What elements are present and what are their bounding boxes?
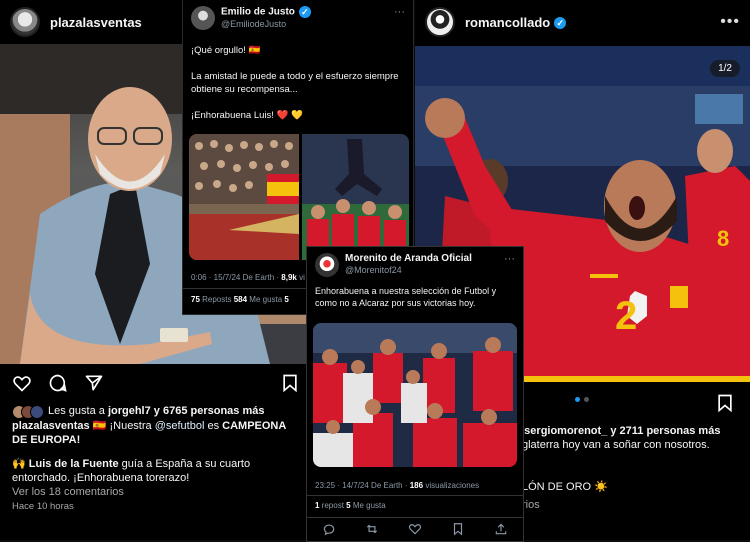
- raised-hands-emoji: 🙌: [12, 458, 29, 470]
- tweet-header: Morenito de Aranda Oficial @Morenitof24 …: [307, 247, 523, 277]
- caption-mention[interactable]: @sefutbol: [155, 420, 205, 432]
- tweet-morenito-de-aranda: Morenito de Aranda Oficial @Morenitof24 …: [306, 246, 524, 542]
- username[interactable]: romancollado ✓: [465, 15, 567, 30]
- verified-icon: ✓: [298, 6, 311, 18]
- tweet-media[interactable]: [189, 134, 409, 260]
- view-comments-link[interactable]: rios: [522, 498, 540, 512]
- like-icon[interactable]: [408, 522, 422, 536]
- tweet-stats: 1 repost 5 Me gusta: [307, 495, 523, 510]
- extra-count[interactable]: 5: [284, 295, 288, 304]
- tweet-timestamp: 0:06 · 15/7/24 De Earth ·: [191, 273, 282, 282]
- tweet-header: Emilio de Justo ✓ @EmiliodeJusto ···: [183, 0, 413, 30]
- jersey-number: 2: [615, 294, 638, 338]
- view-label: vi: [296, 273, 305, 282]
- caption-second: LÓN DE ORO ☀️: [522, 481, 608, 493]
- more-icon[interactable]: •••: [720, 13, 740, 31]
- likes-suffix[interactable]: y 6765 personas más: [151, 405, 265, 417]
- post-actions: [12, 373, 300, 393]
- caption-text: 🇪🇸 ¡Nuestra: [89, 420, 155, 432]
- caption: plazalasventas 🇪🇸 ¡Nuestra @sefutbol es …: [12, 419, 302, 447]
- bookmark-icon[interactable]: [451, 522, 465, 536]
- avatar[interactable]: [315, 253, 339, 277]
- tweet-author[interactable]: Emilio de Justo ✓: [221, 6, 311, 19]
- caption: glaterra hoy van a soñar con nosotros.: [522, 439, 710, 451]
- trophy-celebration-image: [302, 134, 409, 260]
- tweet-handle[interactable]: @Morenitof24: [345, 265, 472, 276]
- like-count[interactable]: 584: [234, 295, 247, 304]
- repost-label[interactable]: Reposts: [200, 295, 234, 304]
- view-count: 8,9k: [281, 273, 297, 282]
- tweet-actions: [307, 517, 523, 536]
- repost-count[interactable]: 75: [191, 295, 200, 304]
- verified-icon: ✓: [554, 17, 567, 30]
- tweet-line: La amistad le puede a todo y el esfuerzo…: [191, 71, 399, 95]
- tweet-meta: 23:25 · 14/7/24 De Earth · 186 visualiza…: [307, 481, 487, 490]
- jersey-number: 8: [717, 226, 730, 251]
- reply-icon[interactable]: [322, 522, 336, 536]
- tweet-author[interactable]: Morenito de Aranda Oficial: [345, 253, 472, 265]
- tweet-media[interactable]: [313, 323, 517, 467]
- liker-avatars: [12, 405, 48, 420]
- post-header: romancollado ✓ •••: [415, 0, 750, 44]
- caption-username[interactable]: plazalasventas: [12, 420, 90, 432]
- post-time: Hace 10 horas: [12, 501, 74, 512]
- repost-icon[interactable]: [365, 522, 379, 536]
- like-label[interactable]: Me gusta: [351, 501, 386, 510]
- view-comments-link[interactable]: Ver los 18 comentarios: [12, 485, 124, 499]
- caption-mention-bold: Luis de la Fuente: [28, 458, 119, 470]
- likes-line: Les gusta a jorgehl7 y 6765 personas más: [12, 404, 304, 420]
- more-icon[interactable]: ···: [394, 6, 405, 18]
- bookmark-icon[interactable]: [715, 393, 735, 413]
- share-icon[interactable]: [84, 373, 104, 393]
- avatar[interactable]: [425, 7, 455, 37]
- more-icon[interactable]: ···: [504, 253, 515, 265]
- like-label[interactable]: Me gusta: [247, 295, 284, 304]
- bookmark-icon[interactable]: [280, 373, 300, 393]
- team-celebration-image: [313, 323, 517, 467]
- avatar[interactable]: [10, 7, 40, 37]
- tweet-handle[interactable]: @EmiliodeJusto: [221, 19, 311, 30]
- repost-label[interactable]: repost: [319, 501, 346, 510]
- likes-line: a sergiomorenot_ y 2711 personas más: [515, 424, 745, 438]
- carousel-dot: [584, 397, 589, 402]
- carousel-dots: [575, 397, 589, 402]
- likes-prefix: Les gusta a: [48, 405, 108, 417]
- tweet-text: ¡Qué orgullo! 🇪🇸 La amistad le puede a t…: [183, 44, 413, 122]
- avatar[interactable]: [191, 6, 215, 30]
- bullring-image: [189, 134, 299, 260]
- upload-icon[interactable]: [494, 522, 508, 536]
- carousel-dot-active: [575, 397, 580, 402]
- tweet-meta: 0:06 · 15/7/24 De Earth · 8,9k vi: [183, 273, 313, 282]
- comment-icon[interactable]: [48, 373, 68, 393]
- heart-icon[interactable]: [12, 373, 32, 393]
- view-label: visualizaciones: [423, 481, 480, 490]
- tweet-line: ¡Qué orgullo! 🇪🇸: [191, 45, 261, 56]
- likes-user[interactable]: jorgehl7: [108, 405, 151, 417]
- caption-second: 🙌 Luis de la Fuente guía a España a su c…: [12, 457, 302, 485]
- caption-text-2: es: [204, 420, 223, 432]
- tweet-text: Enhorabuena a nuestra selección de Futbo…: [315, 286, 497, 308]
- tweet-timestamp: 23:25 · 14/7/24 De Earth ·: [315, 481, 410, 490]
- carousel-counter: 1/2: [710, 60, 740, 77]
- view-count: 186: [409, 481, 424, 490]
- likes-text[interactable]: a sergiomorenot_ y 2711 personas más: [515, 425, 720, 437]
- username[interactable]: plazalasventas: [50, 15, 142, 30]
- tweet-line: ¡Enhorabuena Luis! ❤️ 💛: [191, 110, 303, 121]
